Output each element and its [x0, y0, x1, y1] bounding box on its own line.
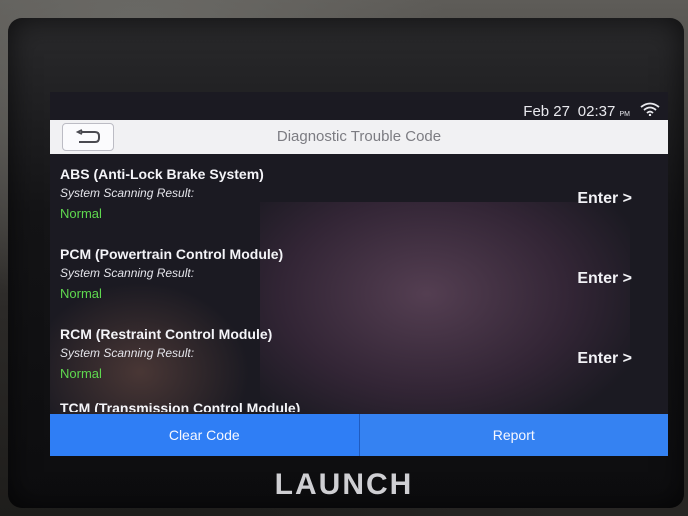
scan-result-label: System Scanning Result: [60, 186, 195, 200]
system-item-abs: ABS (Anti-Lock Brake System) System Scan… [50, 154, 668, 234]
system-name: TCM (Transmission Control Module) [60, 400, 301, 412]
system-name: RCM (Restraint Control Module) [60, 326, 273, 342]
device-screen: Feb 27 02:37 PM Diagnostic Trouble Code … [50, 92, 668, 456]
scan-status: Normal [60, 366, 102, 381]
scan-status: Normal [60, 206, 102, 221]
scan-status: Normal [60, 286, 102, 301]
status-bar: Feb 27 02:37 PM [50, 92, 668, 120]
system-item-tcm[interactable]: TCM (Transmission Control Module) [50, 394, 668, 412]
enter-button-abs[interactable]: Enter > [577, 190, 632, 208]
brand-logo: LAUNCH [274, 468, 414, 501]
enter-button-rcm[interactable]: Enter > [577, 350, 632, 368]
wifi-icon [640, 102, 660, 116]
status-clock: 02:37 [577, 103, 616, 120]
system-name: ABS (Anti-Lock Brake System) [60, 166, 264, 182]
system-name: PCM (Powertrain Control Module) [60, 246, 284, 262]
enter-button-pcm[interactable]: Enter > [577, 270, 632, 288]
report-button[interactable]: Report [359, 414, 668, 456]
title-bar: Diagnostic Trouble Code [50, 120, 668, 154]
clear-code-button[interactable]: Clear Code [50, 414, 360, 456]
status-date: Feb 27 [523, 103, 570, 120]
scan-result-label: System Scanning Result: [60, 346, 195, 360]
system-item-rcm: RCM (Restraint Control Module) System Sc… [50, 314, 668, 394]
system-item-pcm: PCM (Powertrain Control Module) System S… [50, 234, 668, 314]
status-ampm: PM [619, 111, 631, 118]
status-time: 02:37 PM [578, 103, 630, 120]
scan-result-label: System Scanning Result: [60, 266, 195, 280]
system-list: ABS (Anti-Lock Brake System) System Scan… [50, 154, 668, 412]
bottom-action-bar: Clear Code Report [50, 414, 668, 456]
page-title: Diagnostic Trouble Code [276, 128, 442, 145]
